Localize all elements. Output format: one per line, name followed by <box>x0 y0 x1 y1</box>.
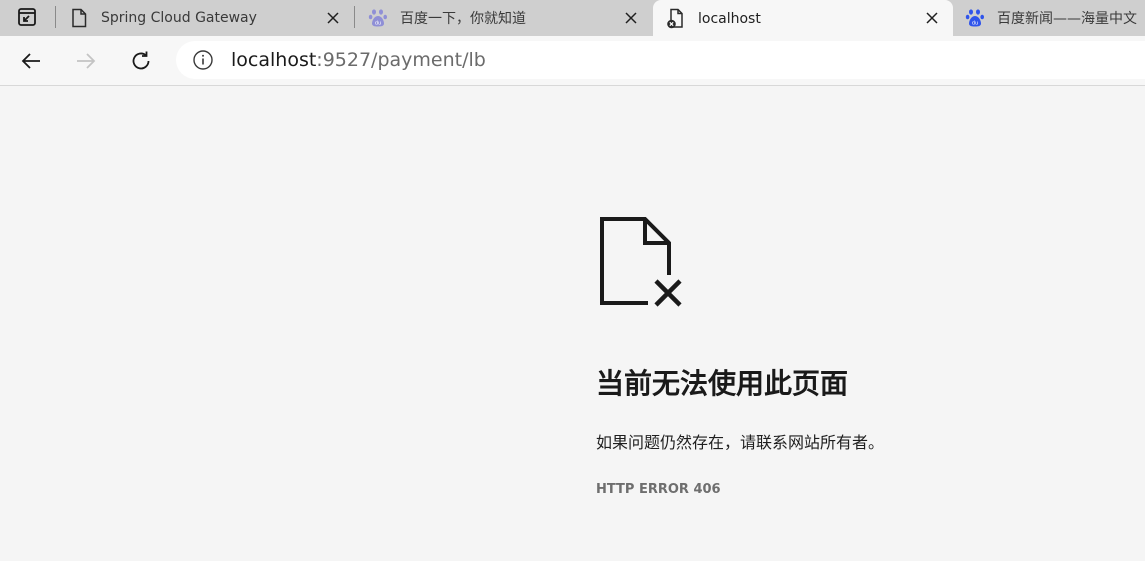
tab-localhost[interactable]: localhost <box>653 0 953 38</box>
close-tab-icon[interactable] <box>925 11 939 25</box>
refresh-button[interactable] <box>124 44 158 78</box>
error-heading: 当前无法使用此页面 <box>596 367 849 400</box>
tab-actions-icon <box>18 8 36 26</box>
document-icon <box>69 8 89 28</box>
tab-baidu[interactable]: du 百度一下，你就知道 <box>355 0 652 36</box>
back-button[interactable] <box>14 44 48 78</box>
forward-button[interactable] <box>69 44 103 78</box>
browser-toolbar: localhost:9527/payment/lb <box>0 36 1145 86</box>
url-path: :9527/payment/lb <box>316 49 486 71</box>
close-tab-icon[interactable] <box>326 11 340 25</box>
arrow-right-icon <box>77 53 96 69</box>
url-text: localhost:9527/payment/lb <box>231 49 486 71</box>
tab-baidu-news[interactable]: du 百度新闻——海量中文 <box>953 0 1145 36</box>
document-error-icon <box>600 217 682 307</box>
url-host: localhost <box>231 49 317 71</box>
tab-title: localhost <box>698 11 761 27</box>
tab-title: 百度一下，你就知道 <box>400 11 526 27</box>
tab-actions-button[interactable] <box>8 5 46 29</box>
address-bar[interactable]: localhost:9527/payment/lb <box>176 41 1145 79</box>
document-error-icon <box>666 8 686 29</box>
tab-title: 百度新闻——海量中文 <box>997 11 1137 27</box>
tab-title: Spring Cloud Gateway <box>101 10 257 26</box>
info-icon[interactable] <box>192 49 214 71</box>
arrow-left-icon <box>21 53 40 69</box>
tab-strip: Spring Cloud Gateway du 百度一下，你就知道 localh… <box>0 0 1145 38</box>
error-page: 当前无法使用此页面 如果问题仍然存在，请联系网站所有者。 HTTP ERROR … <box>0 86 1145 561</box>
error-description: 如果问题仍然存在，请联系网站所有者。 <box>596 433 885 452</box>
refresh-icon <box>132 51 150 70</box>
error-code: HTTP ERROR 406 <box>596 482 721 497</box>
baidu-paw-icon: du <box>368 8 388 28</box>
close-tab-icon[interactable] <box>624 11 638 25</box>
svg-text:du: du <box>972 21 978 27</box>
tab-spring-cloud-gateway[interactable]: Spring Cloud Gateway <box>56 0 354 36</box>
baidu-paw-icon: du <box>965 8 985 28</box>
svg-text:du: du <box>375 21 381 27</box>
